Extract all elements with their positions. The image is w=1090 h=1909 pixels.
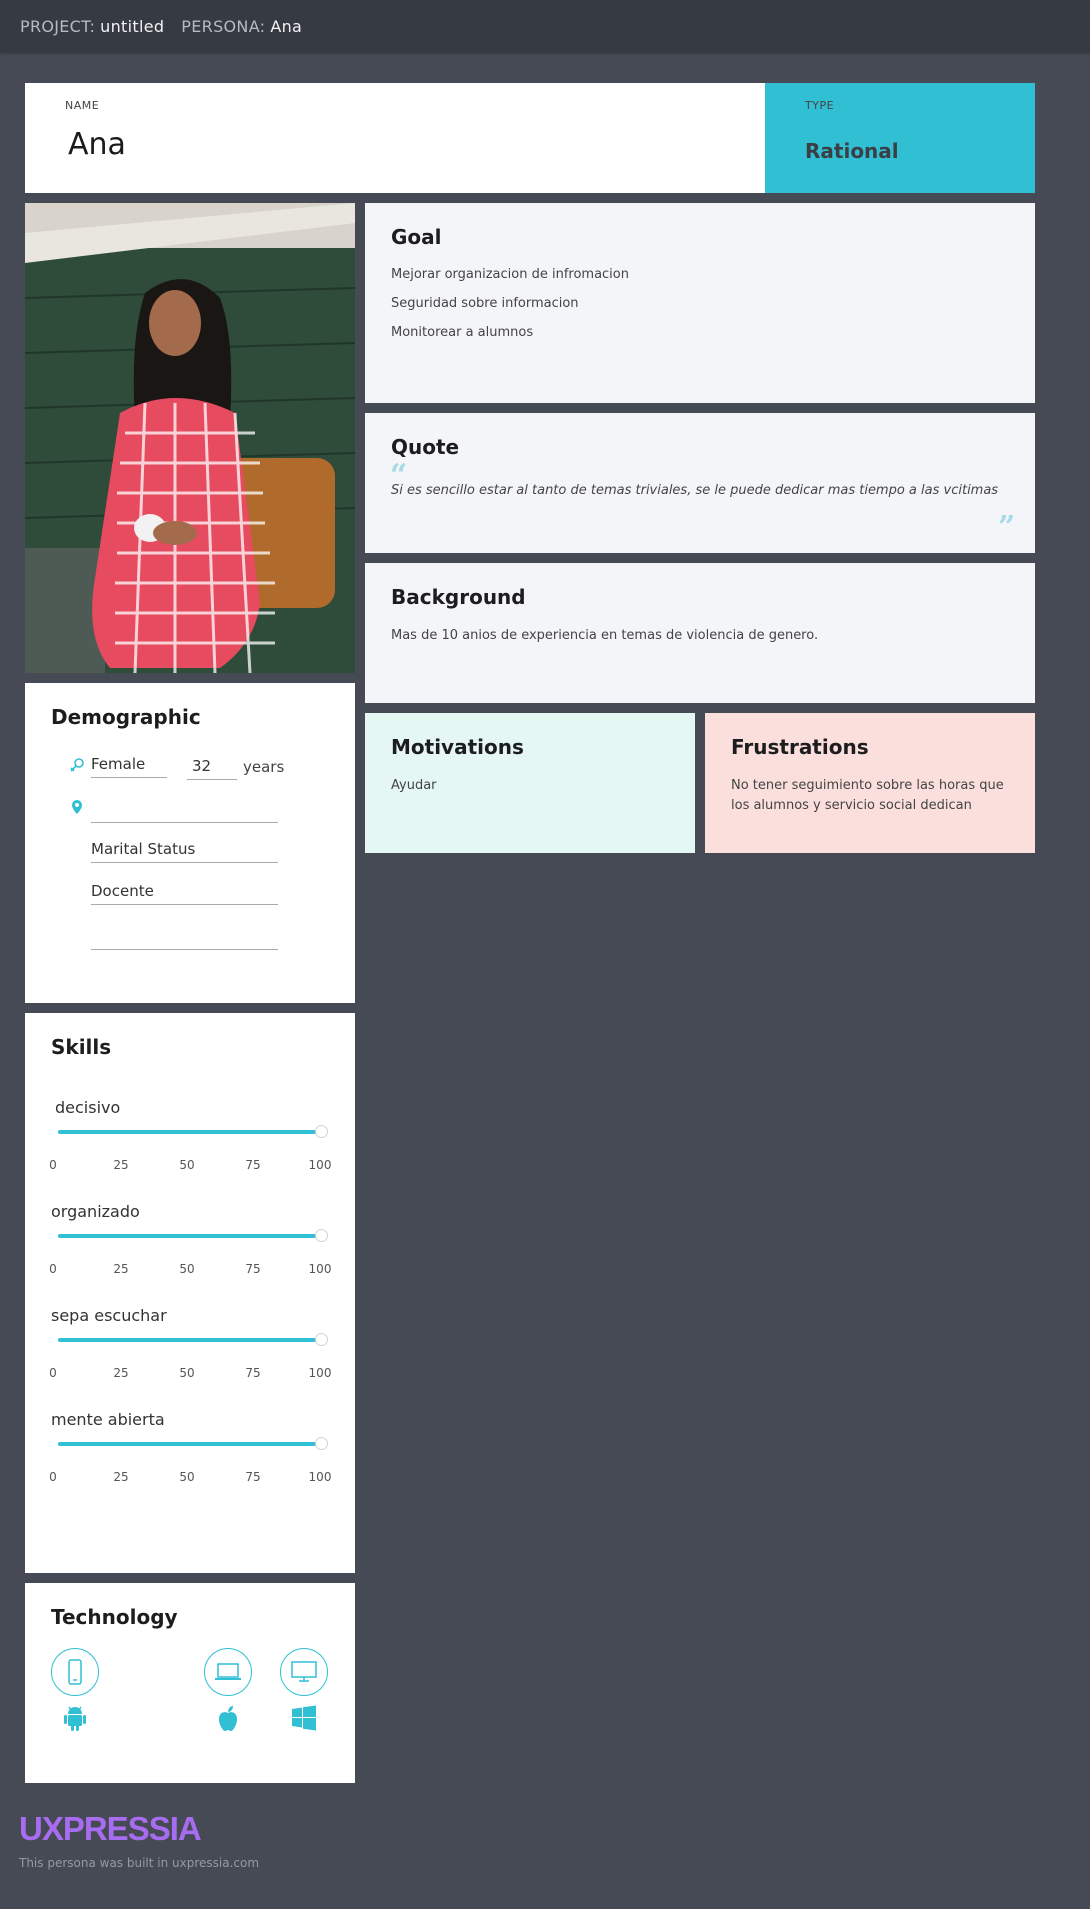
technology-title: Technology: [51, 1605, 178, 1629]
skill-slider-handle[interactable]: [315, 1333, 328, 1346]
laptop-icon[interactable]: [204, 1648, 252, 1696]
scale-tick: 75: [245, 1158, 261, 1172]
goal-list: Mejorar organizacion de infromacion Segu…: [391, 267, 629, 354]
location-icon: [70, 799, 86, 815]
top-bar: PROJECT: untitled PERSONA: Ana: [0, 0, 1090, 52]
scale-tick: 25: [113, 1158, 129, 1172]
frustrations-text[interactable]: No tener seguimiento sobre las horas que…: [731, 776, 1016, 816]
marital-status-field[interactable]: Marital Status: [91, 840, 278, 863]
name-card: NAME Ana: [25, 83, 765, 193]
demographic-title: Demographic: [51, 705, 201, 729]
desktop-icon[interactable]: [280, 1648, 328, 1696]
skill-slider-track[interactable]: [58, 1442, 322, 1446]
technology-card: Technology: [25, 1583, 355, 1783]
persona-type[interactable]: Rational: [805, 139, 899, 163]
skills-card: Skills decisivo 0 25 50 75 100 organizad…: [25, 1013, 355, 1573]
skill-slider-track[interactable]: [58, 1130, 322, 1134]
motivations-text[interactable]: Ayudar: [391, 776, 676, 796]
background-title: Background: [391, 585, 526, 609]
frustrations-title: Frustrations: [731, 735, 869, 759]
scale-tick: 0: [49, 1470, 57, 1484]
scale-tick: 0: [49, 1158, 57, 1172]
scale-tick: 25: [113, 1262, 129, 1276]
project-name[interactable]: untitled: [100, 17, 164, 36]
footer-note[interactable]: This persona was built in uxpressia.com: [19, 1856, 259, 1870]
type-label: TYPE: [805, 99, 835, 112]
skill-item: decisivo 0 25 50 75 100: [25, 1083, 355, 1187]
type-card[interactable]: TYPE Rational: [765, 83, 1035, 193]
quote-card: Quote “ Si es sencillo estar al tanto de…: [365, 413, 1035, 553]
goal-item[interactable]: Monitorear a alumnos: [391, 325, 629, 354]
age-unit: years: [243, 758, 285, 776]
demographic-card: Demographic Female 32 years Marital Stat…: [25, 683, 355, 1003]
scale-tick: 75: [245, 1366, 261, 1380]
scale-tick: 100: [308, 1470, 332, 1484]
scale-tick: 50: [179, 1158, 195, 1172]
age-field[interactable]: 32: [187, 757, 237, 780]
goal-card: Goal Mejorar organizacion de infromacion…: [365, 203, 1035, 403]
gender-icon: [69, 757, 85, 773]
location-field[interactable]: [91, 796, 278, 823]
skill-slider-track[interactable]: [58, 1234, 322, 1238]
goal-title: Goal: [391, 225, 442, 249]
goal-item[interactable]: Seguridad sobre informacion: [391, 296, 629, 325]
scale-tick: 100: [308, 1158, 332, 1172]
skill-name[interactable]: mente abierta: [51, 1410, 165, 1429]
motivations-card: Motivations Ayudar: [365, 713, 695, 853]
apple-icon[interactable]: [213, 1703, 243, 1733]
scale-tick: 0: [49, 1262, 57, 1276]
scale-tick: 50: [179, 1262, 195, 1276]
skill-name[interactable]: decisivo: [55, 1098, 120, 1117]
motivations-title: Motivations: [391, 735, 524, 759]
skill-name[interactable]: sepa escuchar: [51, 1306, 167, 1325]
scale-tick: 75: [245, 1470, 261, 1484]
skill-item: organizado 0 25 50 75 100: [25, 1187, 355, 1291]
name-label: NAME: [65, 99, 100, 112]
scale-tick: 50: [179, 1366, 195, 1380]
scale-tick: 50: [179, 1470, 195, 1484]
extra-field[interactable]: [91, 923, 278, 950]
uxpressia-logo[interactable]: UXPRESSIA: [19, 1810, 202, 1848]
background-text[interactable]: Mas de 10 anios de experiencia en temas …: [391, 626, 1011, 646]
persona-info: PERSONA: Ana: [181, 17, 302, 36]
skills-title: Skills: [51, 1035, 112, 1059]
quote-text[interactable]: Si es sencillo estar al tanto de temas t…: [391, 483, 1011, 498]
skill-name[interactable]: organizado: [51, 1202, 140, 1221]
project-info: PROJECT: untitled: [20, 17, 164, 36]
scale-tick: 75: [245, 1262, 261, 1276]
scale-tick: 100: [308, 1366, 332, 1380]
skill-slider-handle[interactable]: [315, 1437, 328, 1450]
persona-label: PERSONA:: [181, 16, 266, 36]
scale-tick: 0: [49, 1366, 57, 1380]
skill-item: sepa escuchar 0 25 50 75 100: [25, 1291, 355, 1395]
mobile-icon[interactable]: [51, 1648, 99, 1696]
project-label: PROJECT:: [20, 16, 96, 36]
occupation-field[interactable]: Docente: [91, 882, 278, 905]
persona-name-field[interactable]: Ana: [68, 127, 126, 162]
skill-slider-handle[interactable]: [315, 1125, 328, 1138]
scale-tick: 25: [113, 1470, 129, 1484]
frustrations-card: Frustrations No tener seguimiento sobre …: [705, 713, 1035, 853]
scale-tick: 100: [308, 1262, 332, 1276]
skill-slider-track[interactable]: [58, 1338, 322, 1342]
persona-photo[interactable]: [25, 203, 355, 673]
background-card: Background Mas de 10 anios de experienci…: [365, 563, 1035, 703]
persona-name[interactable]: Ana: [270, 17, 302, 36]
scale-tick: 25: [113, 1366, 129, 1380]
skill-slider-handle[interactable]: [315, 1229, 328, 1242]
close-quote-icon: ”: [998, 510, 1016, 545]
windows-icon[interactable]: [289, 1703, 319, 1733]
android-icon[interactable]: [60, 1703, 90, 1733]
goal-item[interactable]: Mejorar organizacion de infromacion: [391, 267, 629, 296]
skill-item: mente abierta 0 25 50 75 100: [25, 1395, 355, 1499]
gender-field[interactable]: Female: [91, 755, 167, 778]
persona-photo-image: [25, 203, 355, 673]
quote-title: Quote: [391, 435, 460, 459]
